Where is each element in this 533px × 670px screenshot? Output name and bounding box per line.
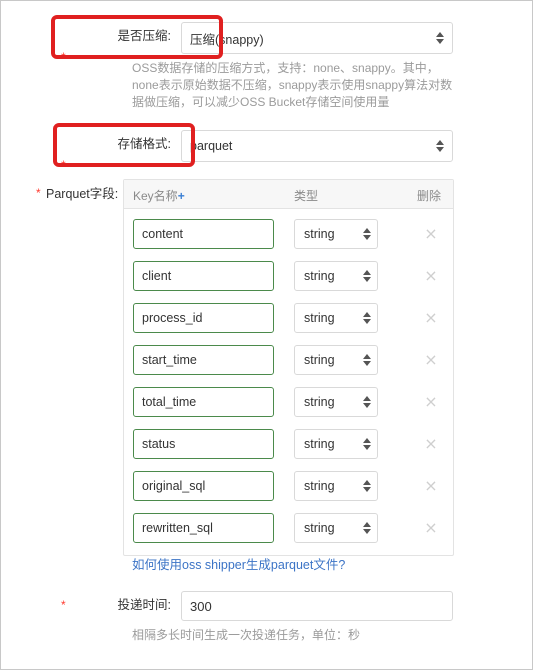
field-type-select[interactable]: string xyxy=(294,387,378,417)
key-name-input[interactable]: original_sql xyxy=(133,471,274,501)
key-name-input[interactable]: start_time xyxy=(133,345,274,375)
column-header-key: Key名称+ xyxy=(133,187,185,204)
delete-row-icon[interactable]: × xyxy=(423,268,439,284)
field-type-value: string xyxy=(304,353,335,367)
key-name-input[interactable]: content xyxy=(133,219,274,249)
key-name-input[interactable]: process_id xyxy=(133,303,274,333)
delete-row-icon[interactable]: × xyxy=(423,478,439,494)
table-row: process_id string × xyxy=(124,297,453,339)
key-name-value: total_time xyxy=(142,395,197,409)
table-header-row: Key名称+ 类型 删除 xyxy=(124,180,453,209)
key-name-value: original_sql xyxy=(142,479,206,493)
field-type-select[interactable]: string xyxy=(294,345,378,375)
field-type-select[interactable]: string xyxy=(294,513,378,543)
field-type-value: string xyxy=(304,269,335,283)
delivery-time-input-value: 300 xyxy=(190,598,212,614)
delete-row-icon[interactable]: × xyxy=(423,394,439,410)
field-type-select[interactable]: string xyxy=(294,471,378,501)
parquet-doc-link[interactable]: 如何使用oss shipper生成parquet文件? xyxy=(132,554,345,573)
table-body: content string × client string × process_id str… xyxy=(124,209,453,555)
delete-row-icon[interactable]: × xyxy=(423,352,439,368)
parquet-fields-table: Key名称+ 类型 删除 content string × client string ×… xyxy=(123,179,454,556)
delivery-time-input[interactable]: 300 xyxy=(181,591,453,621)
key-name-value: process_id xyxy=(142,311,203,325)
table-row: rewritten_sql string × xyxy=(124,507,453,549)
field-type-value: string xyxy=(304,479,335,493)
chevron-updown-icon xyxy=(362,479,371,493)
compression-select[interactable]: 压缩(snappy) xyxy=(181,22,453,54)
column-header-key-label: Key名称 xyxy=(133,189,178,203)
required-marker-compression: * xyxy=(61,50,66,64)
table-row: original_sql string × xyxy=(124,465,453,507)
chevron-updown-icon xyxy=(362,269,371,283)
chevron-updown-icon xyxy=(362,521,371,535)
storage-format-select[interactable]: parquet xyxy=(181,130,453,162)
form-panel: * 是否压缩: 压缩(snappy) OSS数据存储的压缩方式，支持：none、… xyxy=(0,0,533,670)
chevron-updown-icon xyxy=(362,437,371,451)
field-type-value: string xyxy=(304,227,335,241)
label-parquet-fields: Parquet字段: xyxy=(46,187,119,201)
table-row: status string × xyxy=(124,423,453,465)
help-text-delivery-time: 相隔多长时间生成一次投递任务，单位：秒 xyxy=(132,628,361,642)
field-type-value: string xyxy=(304,437,335,451)
key-name-input[interactable]: client xyxy=(133,261,274,291)
key-name-value: content xyxy=(142,227,184,241)
delete-row-icon[interactable]: × xyxy=(423,436,439,452)
field-type-select[interactable]: string xyxy=(294,303,378,333)
table-row: start_time string × xyxy=(124,339,453,381)
storage-format-select-value: parquet xyxy=(190,139,233,153)
label-compression: 是否压缩: xyxy=(117,29,171,43)
field-type-value: string xyxy=(304,521,335,535)
required-marker-delivery-time: * xyxy=(61,598,66,612)
chevron-updown-icon xyxy=(362,395,371,409)
table-row: client string × xyxy=(124,255,453,297)
required-marker-parquet-fields: * xyxy=(36,186,41,200)
delete-row-icon[interactable]: × xyxy=(423,520,439,536)
key-name-input[interactable]: rewritten_sql xyxy=(133,513,274,543)
required-marker-storage-format: * xyxy=(61,158,66,172)
help-text-compression: OSS数据存储的压缩方式，支持：none、snappy。其中，none表示原始数… xyxy=(132,61,453,109)
field-type-value: string xyxy=(304,395,335,409)
chevron-updown-icon xyxy=(362,311,371,325)
delete-row-icon[interactable]: × xyxy=(423,310,439,326)
key-name-input[interactable]: total_time xyxy=(133,387,274,417)
key-name-value: status xyxy=(142,437,176,451)
key-name-value: start_time xyxy=(142,353,197,367)
field-type-select[interactable]: string xyxy=(294,219,378,249)
label-delivery-time: 投递时间: xyxy=(117,598,171,612)
field-type-select[interactable]: string xyxy=(294,429,378,459)
key-name-input[interactable]: status xyxy=(133,429,274,459)
key-name-value: rewritten_sql xyxy=(142,521,213,535)
chevron-updown-icon xyxy=(435,139,444,153)
delete-row-icon[interactable]: × xyxy=(423,226,439,242)
table-row: total_time string × xyxy=(124,381,453,423)
chevron-updown-icon xyxy=(362,227,371,241)
compression-select-value: 压缩(snappy) xyxy=(190,32,264,47)
add-key-icon[interactable]: + xyxy=(178,189,185,203)
column-header-type: 类型 xyxy=(294,189,319,203)
table-row: content string × xyxy=(124,213,453,255)
chevron-updown-icon xyxy=(435,31,444,45)
field-type-select[interactable]: string xyxy=(294,261,378,291)
field-type-value: string xyxy=(304,311,335,325)
chevron-updown-icon xyxy=(362,353,371,367)
key-name-value: client xyxy=(142,269,172,283)
column-header-delete: 删除 xyxy=(416,189,441,203)
label-storage-format: 存储格式: xyxy=(117,137,171,151)
